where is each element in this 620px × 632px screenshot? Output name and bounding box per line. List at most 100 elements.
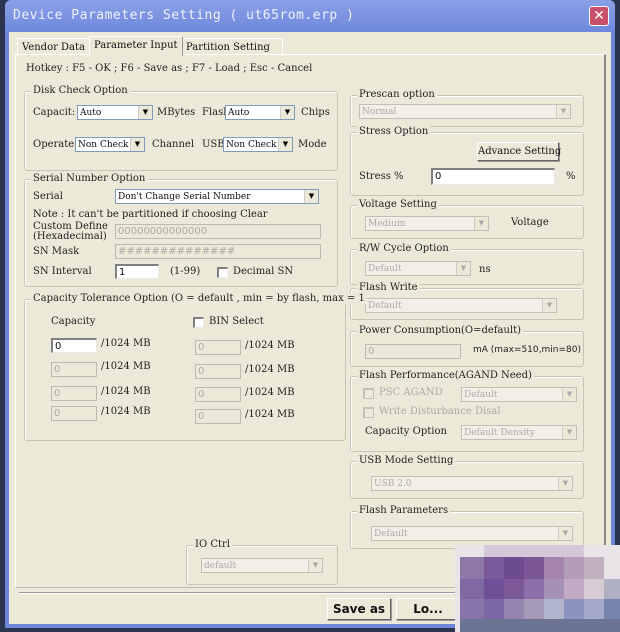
capacity-option-select[interactable]: Default Density ▼: [461, 425, 577, 440]
hotkey-text: Hotkey : F5 - OK ; F6 - Save as ; F7 - L…: [26, 63, 313, 74]
capacity-label: Capacit:: [33, 107, 76, 118]
chevron-down-icon[interactable]: ▼: [304, 190, 318, 203]
chevron-down-icon[interactable]: ▼: [456, 262, 470, 275]
stress-percent-input[interactable]: 0: [431, 168, 555, 185]
io-ctrl-select-value: default: [204, 561, 237, 571]
custom-define-label: Custom Define (Hexadecimal): [33, 222, 108, 242]
rw-cycle-select-value: Default: [368, 264, 402, 274]
bin-select-checkbox[interactable]: [193, 317, 204, 328]
power-consumption-input[interactable]: 0: [365, 344, 461, 359]
capacity-unit-3: /1024 MB: [101, 386, 151, 397]
io-ctrl-select[interactable]: default ▼: [201, 558, 323, 573]
flash-parameters-select-value: Default: [374, 529, 408, 539]
write-disturbance-checkbox[interactable]: [363, 407, 374, 418]
flash-parameters-group: Flash Parameters Default ▼: [350, 505, 584, 549]
prescan-caption: Prescan option: [357, 89, 437, 100]
operate-label: Operate: [33, 139, 75, 150]
serial-select[interactable]: Don't Change Serial Number ▼: [115, 189, 319, 204]
mbytes-label: MBytes: [157, 107, 196, 118]
flash-write-select-value: Default: [368, 301, 402, 311]
disk-check-caption: Disk Check Option: [31, 85, 130, 96]
chevron-down-icon[interactable]: ▼: [556, 105, 570, 118]
stress-unit-label: %: [566, 171, 576, 182]
tab-parameter-input[interactable]: Parameter Input: [89, 36, 183, 56]
io-ctrl-group: IO Ctrl default ▼: [186, 539, 338, 585]
custom-define-label-line2: (Hexadecimal): [33, 231, 107, 242]
decimal-sn-checkbox[interactable]: [217, 267, 228, 278]
capacity-input-4[interactable]: 0: [51, 406, 97, 421]
client-area: Vendor Data Parameter Input Partition Se…: [9, 32, 611, 624]
capacity-input-1[interactable]: 0: [51, 338, 97, 353]
bottom-divider: [19, 592, 459, 594]
prescan-group: Prescan option Normal ▼: [350, 89, 584, 127]
capacity-column-label: Capacity: [51, 316, 96, 327]
flash-parameters-select[interactable]: Default ▼: [371, 526, 573, 541]
sn-interval-input[interactable]: 1: [115, 264, 159, 279]
rw-cycle-select[interactable]: Default ▼: [365, 261, 471, 276]
capacity-option-select-value: Default Density: [464, 428, 535, 438]
io-ctrl-caption: IO Ctrl: [193, 539, 232, 550]
capacity-tolerance-caption: Capacity Tolerance Option (O = default ,…: [31, 293, 367, 304]
usb-mode-group: USB Mode Setting USB 2.0 ▼: [350, 455, 584, 499]
usb-mode-select[interactable]: USB 2.0 ▼: [371, 476, 573, 491]
psc-agand-select[interactable]: Default ▼: [461, 387, 577, 402]
chevron-down-icon[interactable]: ▼: [558, 477, 572, 490]
capacity-input-2[interactable]: 0: [51, 362, 97, 377]
custom-define-input[interactable]: 00000000000000: [115, 224, 321, 239]
chevron-down-icon[interactable]: ▼: [474, 217, 488, 230]
sn-interval-label: SN Interval: [33, 266, 92, 277]
flash-label: Flasl: [202, 107, 227, 118]
capacity-unit-4: /1024 MB: [101, 406, 151, 417]
serial-select-value: Don't Change Serial Number: [118, 192, 251, 202]
serial-number-group: Serial Number Option Serial Don't Change…: [24, 173, 338, 287]
prescan-select-value: Normal: [362, 107, 397, 117]
flash-write-select[interactable]: Default ▼: [365, 298, 557, 313]
bin-unit-4: /1024 MB: [245, 409, 295, 420]
write-disturbance-label: Write Disturbance Disal: [379, 406, 501, 417]
capacity-select-value: Auto: [80, 108, 102, 118]
capacity-unit-2: /1024 MB: [101, 361, 151, 372]
operate-select[interactable]: Non Check ▼: [75, 137, 145, 152]
load-button[interactable]: Lo...: [396, 598, 460, 620]
chips-label: Chips: [301, 107, 330, 118]
usb-select-value: Non Check: [226, 140, 277, 150]
mode-label: Mode: [298, 139, 327, 150]
close-button[interactable]: ✕: [589, 6, 609, 26]
prescan-select[interactable]: Normal ▼: [359, 104, 571, 119]
capacity-input-3[interactable]: 0: [51, 386, 97, 401]
serial-note: Note : It can't be partitioned if choosi…: [33, 209, 268, 220]
chevron-down-icon[interactable]: ▼: [138, 106, 152, 119]
flash-write-group: Flash Write Default ▼: [350, 282, 584, 320]
advance-setting-button[interactable]: Advance Setting: [477, 142, 561, 161]
usb-select[interactable]: Non Check ▼: [223, 137, 293, 152]
chevron-down-icon[interactable]: ▼: [562, 388, 576, 401]
disk-check-group: Disk Check Option Capacit: Auto ▼ MBytes …: [24, 85, 338, 171]
chevron-down-icon[interactable]: ▼: [280, 106, 294, 119]
chevron-down-icon[interactable]: ▼: [558, 527, 572, 540]
chevron-down-icon[interactable]: ▼: [562, 426, 576, 439]
dialog-window: Device Parameters Setting ( ut65rom.erp …: [5, 0, 615, 628]
chevron-down-icon[interactable]: ▼: [130, 138, 144, 151]
serial-label: Serial: [33, 191, 63, 202]
parameter-input-panel: Hotkey : F5 - OK ; F6 - Save as ; F7 - L…: [15, 54, 606, 588]
capacity-select[interactable]: Auto ▼: [77, 105, 153, 120]
voltage-select-value: Medium: [368, 219, 406, 229]
chevron-down-icon[interactable]: ▼: [542, 299, 556, 312]
chevron-down-icon[interactable]: ▼: [278, 138, 292, 151]
usb-mode-select-value: USB 2.0: [374, 479, 412, 489]
psc-agand-checkbox[interactable]: [363, 388, 374, 399]
bin-input-1[interactable]: 0: [195, 340, 241, 355]
chevron-down-icon[interactable]: ▼: [308, 559, 322, 572]
voltage-group: Voltage Setting Medium ▼ Voltage: [350, 199, 584, 239]
flash-select[interactable]: Auto ▼: [225, 105, 295, 120]
sn-mask-input[interactable]: ##############: [115, 244, 321, 259]
power-consumption-caption: Power Consumption(O=default): [357, 325, 524, 336]
voltage-select[interactable]: Medium ▼: [365, 216, 489, 231]
voltage-caption: Voltage Setting: [357, 199, 439, 210]
bin-input-4[interactable]: 0: [195, 409, 241, 424]
rw-cycle-group: R/W Cycle Option Default ▼ ns: [350, 243, 584, 285]
bin-input-3[interactable]: 0: [195, 387, 241, 402]
save-as-button[interactable]: Save as: [327, 598, 391, 620]
title-bar[interactable]: Device Parameters Setting ( ut65rom.erp …: [5, 0, 615, 32]
bin-input-2[interactable]: 0: [195, 364, 241, 379]
